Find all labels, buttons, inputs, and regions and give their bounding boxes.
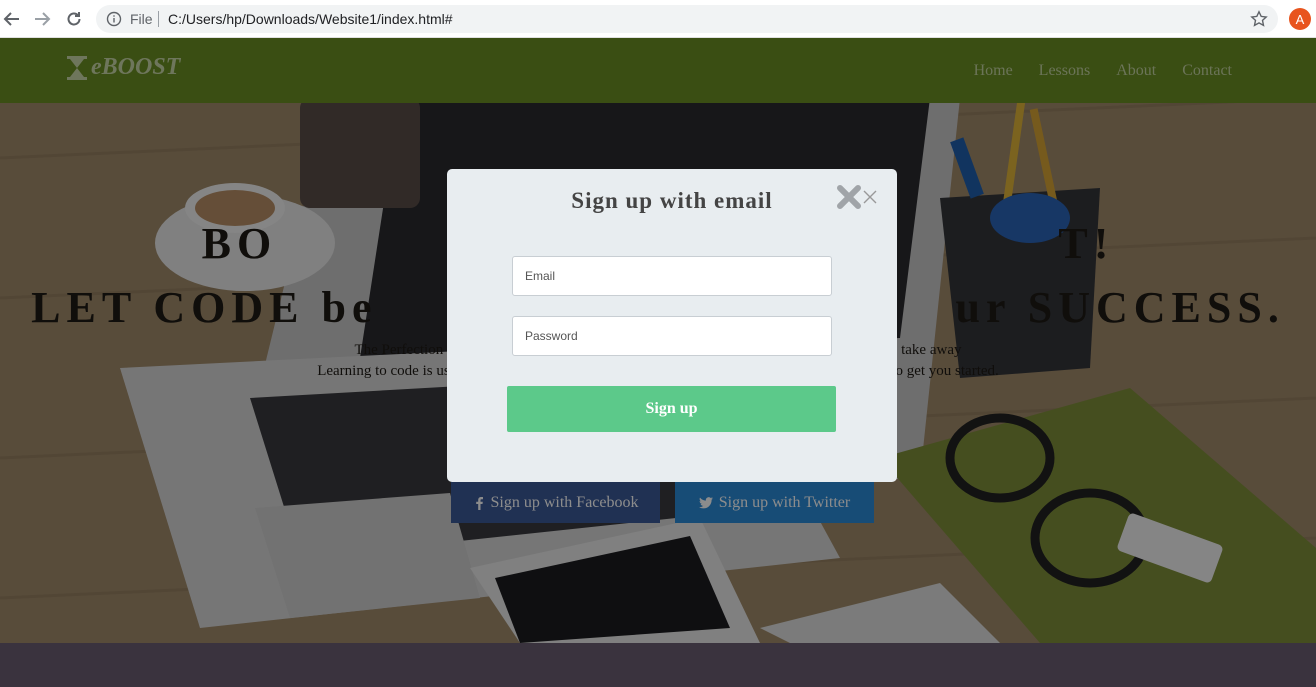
profile-avatar[interactable]: A	[1289, 8, 1311, 30]
back-button[interactable]	[0, 7, 24, 31]
scheme-label: File	[130, 11, 153, 27]
url-text[interactable]: C:/Users/hp/Downloads/Website1/index.htm…	[168, 11, 453, 27]
webpage: eBOOST Home Lessons About Contact BO T! …	[0, 38, 1316, 687]
email-field[interactable]	[512, 256, 832, 296]
address-separator	[158, 11, 159, 27]
arrow-right-icon	[35, 12, 51, 26]
close-x-icon[interactable]	[863, 190, 877, 204]
arrow-left-icon	[3, 12, 19, 26]
browser-toolbar: File C:/Users/hp/Downloads/Website1/inde…	[0, 0, 1316, 38]
modal-title: Sign up with email	[571, 188, 773, 213]
reload-button[interactable]	[62, 7, 86, 31]
reload-icon	[67, 12, 81, 26]
signup-submit-button[interactable]: Sign up	[507, 386, 836, 432]
signup-modal: Sign up with email Sign up	[447, 169, 897, 482]
password-field[interactable]	[512, 316, 832, 356]
address-bar[interactable]: File C:/Users/hp/Downloads/Website1/inde…	[96, 5, 1278, 33]
forward-button[interactable]	[30, 7, 54, 31]
info-icon[interactable]	[106, 11, 122, 27]
close-icon[interactable]	[837, 185, 861, 209]
bookmark-star-icon[interactable]	[1250, 10, 1268, 28]
